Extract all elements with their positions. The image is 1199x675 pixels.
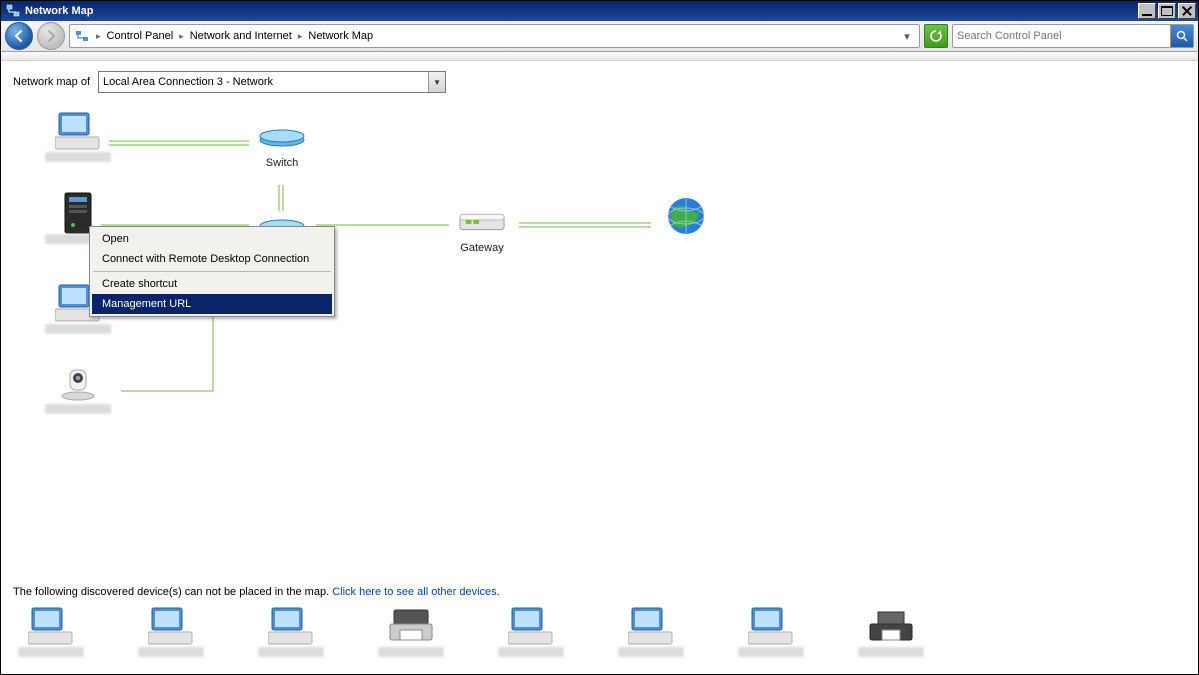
selector-label: Network map of bbox=[13, 76, 90, 88]
computer-icon bbox=[27, 606, 75, 646]
search-button[interactable] bbox=[1170, 25, 1193, 47]
content-area: Network map of Local Area Connection 3 -… bbox=[1, 61, 1198, 674]
computer-icon bbox=[147, 606, 195, 646]
device-label-blurred bbox=[18, 647, 84, 657]
unplaced-device-6[interactable] bbox=[611, 606, 691, 660]
chevron-right-icon: ▸ bbox=[94, 31, 103, 42]
computer-icon bbox=[507, 606, 555, 646]
device-label: Switch bbox=[237, 157, 327, 169]
breadcrumb-level-1[interactable]: Network and Internet bbox=[190, 30, 292, 42]
context-menu: Open Connect with Remote Desktop Connect… bbox=[89, 226, 335, 317]
menu-separator bbox=[93, 271, 331, 272]
computer-icon bbox=[747, 606, 795, 646]
search-input[interactable] bbox=[953, 30, 1170, 42]
device-label-blurred bbox=[258, 647, 324, 657]
unplaced-device-7[interactable] bbox=[731, 606, 811, 660]
computer-icon bbox=[54, 111, 102, 151]
chevron-right-icon: ▸ bbox=[177, 31, 186, 42]
app-icon bbox=[5, 3, 21, 19]
device-label: Gateway bbox=[437, 242, 527, 254]
device-label-blurred bbox=[738, 647, 804, 657]
footer-prefix: The following discovered device(s) can n… bbox=[13, 586, 332, 598]
device-switch[interactable]: Switch bbox=[237, 116, 327, 169]
device-label-blurred bbox=[45, 152, 111, 162]
footer-suffix: . bbox=[497, 586, 500, 598]
printer-icon bbox=[867, 606, 915, 646]
unplaced-devices-row bbox=[11, 606, 931, 660]
switch-icon bbox=[258, 116, 306, 156]
menu-management-url[interactable]: Management URL bbox=[92, 294, 332, 314]
chevron-right-icon: ▸ bbox=[296, 31, 305, 42]
window-title: Network Map bbox=[25, 5, 93, 17]
printer-icon bbox=[387, 606, 435, 646]
title-bar: Network Map bbox=[1, 1, 1198, 21]
device-label-blurred bbox=[498, 647, 564, 657]
device-label-blurred bbox=[618, 647, 684, 657]
menu-create-shortcut[interactable]: Create shortcut bbox=[92, 274, 332, 294]
search-box[interactable] bbox=[952, 24, 1194, 48]
menu-open[interactable]: Open bbox=[92, 229, 332, 249]
device-internet[interactable] bbox=[641, 196, 731, 237]
address-bar[interactable]: ▸ Control Panel ▸ Network and Internet ▸… bbox=[69, 24, 920, 48]
refresh-button[interactable] bbox=[924, 24, 948, 48]
network-selector-row: Network map of Local Area Connection 3 -… bbox=[13, 71, 446, 93]
device-label-blurred bbox=[45, 324, 111, 334]
nav-bar: ▸ Control Panel ▸ Network and Internet ▸… bbox=[1, 21, 1198, 52]
address-dropdown[interactable]: ▾ bbox=[899, 30, 915, 43]
network-connectors bbox=[1, 61, 1198, 674]
selector-value: Local Area Connection 3 - Network bbox=[99, 76, 273, 88]
network-icon bbox=[74, 28, 90, 44]
breadcrumb-root[interactable]: Control Panel bbox=[107, 30, 174, 42]
toolbar-strip bbox=[1, 52, 1198, 61]
device-pc-1[interactable] bbox=[33, 111, 123, 165]
unplaced-device-8[interactable] bbox=[851, 606, 931, 660]
camera-icon bbox=[54, 363, 102, 403]
device-camera[interactable] bbox=[33, 363, 123, 417]
unplaced-device-1[interactable] bbox=[11, 606, 91, 660]
unplaced-device-5[interactable] bbox=[491, 606, 571, 660]
device-gateway[interactable]: Gateway bbox=[437, 201, 527, 254]
device-label-blurred bbox=[378, 647, 444, 657]
computer-icon bbox=[267, 606, 315, 646]
back-button[interactable] bbox=[5, 22, 33, 50]
unplaced-devices-text: The following discovered device(s) can n… bbox=[13, 586, 500, 598]
computer-icon bbox=[627, 606, 675, 646]
unplaced-device-3[interactable] bbox=[251, 606, 331, 660]
unplaced-device-4[interactable] bbox=[371, 606, 451, 660]
chevron-down-icon[interactable]: ▼ bbox=[428, 72, 445, 92]
maximize-button[interactable] bbox=[1158, 3, 1176, 19]
device-label-blurred bbox=[138, 647, 204, 657]
globe-icon bbox=[662, 196, 710, 236]
device-label-blurred bbox=[45, 404, 111, 414]
minimize-button[interactable] bbox=[1138, 3, 1156, 19]
gateway-icon bbox=[458, 201, 506, 241]
device-label-blurred bbox=[858, 647, 924, 657]
menu-remote-desktop[interactable]: Connect with Remote Desktop Connection bbox=[92, 249, 332, 269]
network-selector[interactable]: Local Area Connection 3 - Network ▼ bbox=[98, 71, 446, 93]
close-button[interactable] bbox=[1178, 3, 1196, 19]
unplaced-device-2[interactable] bbox=[131, 606, 211, 660]
see-all-devices-link[interactable]: Click here to see all other devices bbox=[332, 586, 496, 598]
forward-button[interactable] bbox=[37, 22, 65, 50]
breadcrumb-level-2[interactable]: Network Map bbox=[308, 30, 373, 42]
